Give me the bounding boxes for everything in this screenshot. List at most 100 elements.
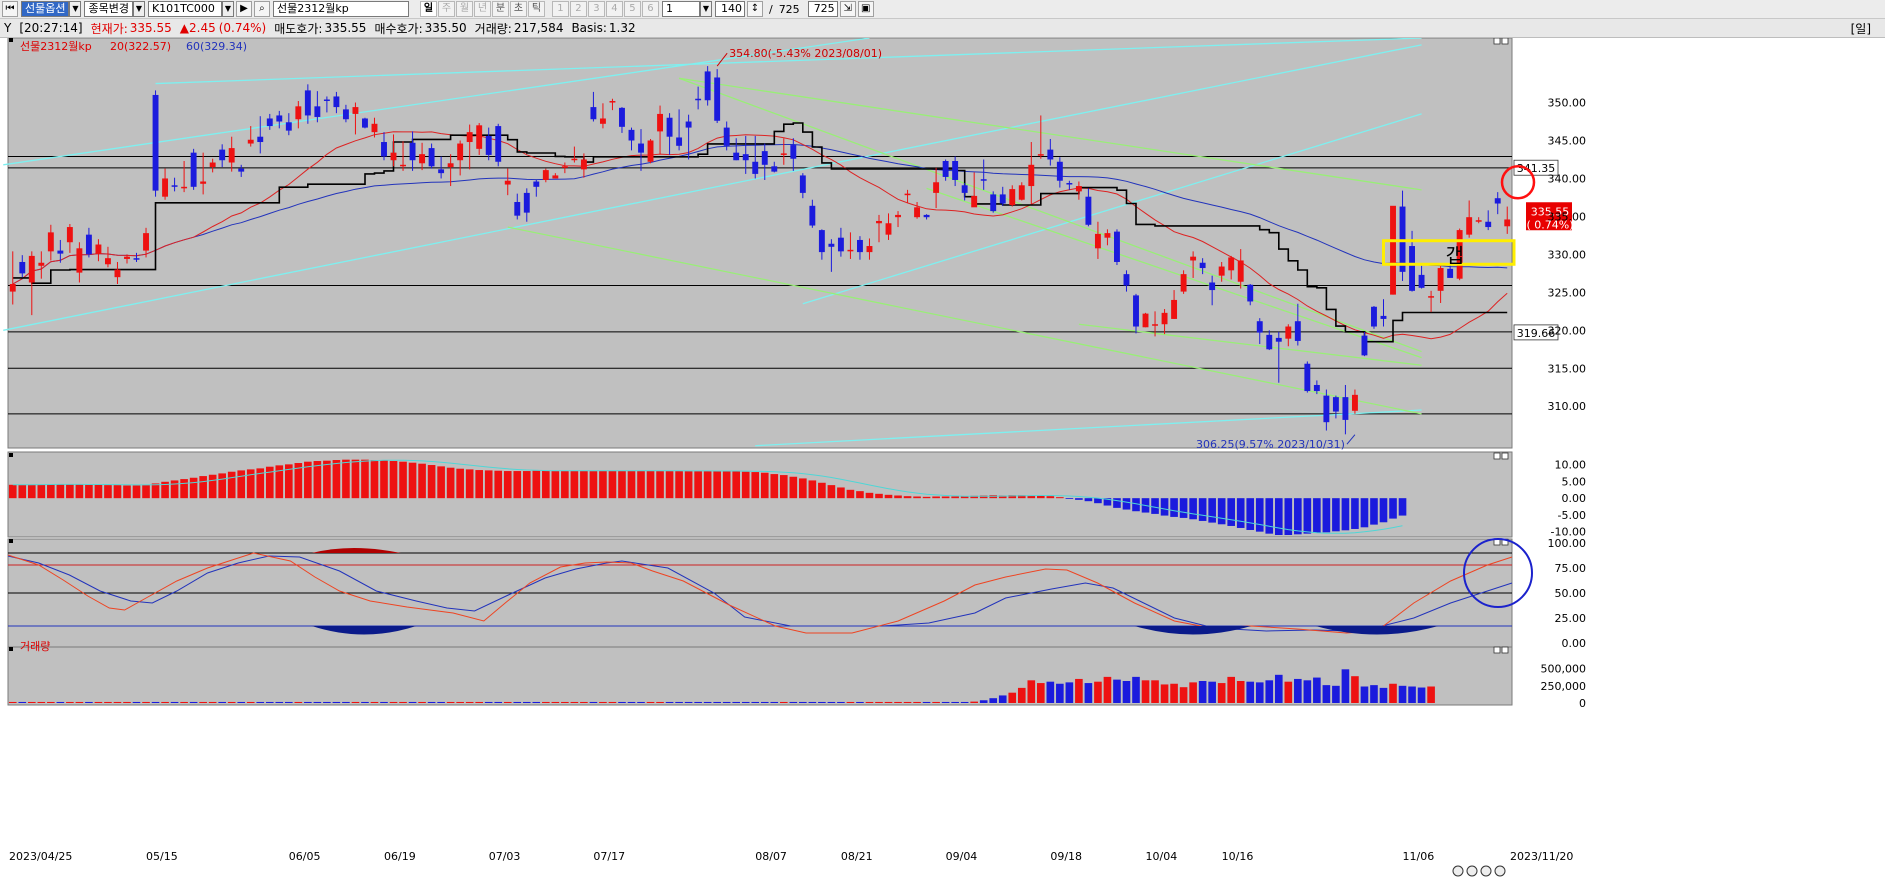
candle-body: [304, 90, 311, 116]
volume-bar: [475, 701, 483, 703]
volume-bar: [1322, 685, 1331, 703]
candle-body: [761, 151, 768, 165]
volume-bar: [989, 698, 998, 703]
search-icon[interactable]: ⌕: [253, 1, 270, 17]
volume-bar: [561, 701, 569, 703]
macd-bar: [884, 494, 893, 499]
volume-bar: [427, 701, 436, 703]
macd-bar: [894, 495, 902, 499]
market-select[interactable]: 선물옵션: [21, 1, 70, 17]
candle-body: [1056, 161, 1063, 181]
volume-bar: [104, 701, 112, 703]
spin-icon[interactable]: ↕: [746, 1, 763, 17]
period-minute-button[interactable]: 분: [491, 1, 509, 17]
count-input[interactable]: 140: [714, 1, 745, 17]
step-1-button[interactable]: 1: [551, 1, 569, 17]
name-field[interactable]: 선물2312월kp: [272, 1, 409, 17]
x-tick-label: 09/04: [946, 850, 978, 863]
volume-bar: [380, 701, 388, 703]
macd-bar: [665, 471, 674, 499]
volume-bar: [1408, 686, 1416, 703]
volume-bar: [1065, 682, 1074, 703]
volume-bar: [275, 701, 284, 703]
volume-tick-label: 500,000: [1541, 663, 1587, 676]
candle-body: [980, 179, 987, 181]
save-icon[interactable]: ▣: [857, 1, 874, 17]
volume-bar: [1122, 681, 1131, 703]
price-tick-label: 315.00: [1548, 362, 1587, 375]
candle-body: [1437, 268, 1444, 291]
step-select[interactable]: 1: [661, 1, 700, 17]
candle-body: [247, 139, 254, 144]
chevron-down-icon[interactable]: ▼: [221, 1, 234, 17]
macd-bar: [408, 462, 417, 499]
candle-body: [580, 159, 587, 170]
volume-bar: [1094, 681, 1102, 703]
current-price-label: 현재가:: [90, 21, 128, 36]
ask-label: 매도호가:: [274, 21, 323, 36]
play-icon[interactable]: ▶: [235, 1, 252, 17]
macd-bar: [875, 493, 883, 499]
candle-body: [856, 239, 863, 253]
candle-body: [733, 152, 740, 161]
step-3-button[interactable]: 3: [587, 1, 605, 17]
macd-bar: [437, 466, 445, 499]
volume-bar: [751, 701, 760, 703]
volume-bar: [323, 701, 331, 703]
candle-body: [828, 243, 835, 247]
first-page-icon[interactable]: ⏮: [2, 1, 18, 17]
total-input[interactable]: 725: [807, 1, 838, 17]
period-year-button[interactable]: 년: [473, 1, 491, 17]
chevron-down-icon[interactable]: ▼: [699, 1, 712, 17]
step-4-button[interactable]: 4: [605, 1, 623, 17]
period-tick-button[interactable]: 틱: [527, 1, 545, 17]
macd-bar: [313, 461, 322, 499]
price-change: ▲2.45: [179, 21, 216, 35]
period-month-button[interactable]: 월: [455, 1, 473, 17]
candle-body: [466, 132, 473, 143]
candle-body: [428, 148, 435, 167]
volume-bar: [142, 701, 150, 703]
candle-body: [609, 101, 616, 103]
period-second-button[interactable]: 초: [509, 1, 527, 17]
chevron-down-icon[interactable]: ▼: [69, 1, 82, 17]
step-6-button[interactable]: 6: [641, 1, 659, 17]
candle-body: [1304, 363, 1311, 392]
volume-bar: [808, 701, 817, 703]
step-2-button[interactable]: 2: [569, 1, 587, 17]
candle-body: [162, 178, 169, 197]
filter-icon[interactable]: Y: [4, 21, 11, 35]
chart-area[interactable]: 선물2312월kp 20(322.57) 60(329.34) 거래량 354.80(-…: [0, 38, 1885, 885]
macd-bar: [1351, 498, 1359, 529]
chevron-down-icon[interactable]: ▼: [132, 1, 145, 17]
candle-body: [409, 142, 416, 161]
low-annotation: 306.25(9.57% 2023/10/31): [1196, 438, 1345, 451]
x-tick-label: 07/17: [593, 850, 625, 863]
candle-body: [552, 175, 559, 179]
period-day-button[interactable]: 일: [419, 1, 437, 17]
macd-bar: [608, 470, 617, 499]
stochastic-tick-label: 100.00: [1548, 537, 1587, 550]
macd-bar: [760, 472, 769, 499]
candle-body: [1409, 246, 1416, 291]
macd-bar: [1179, 498, 1188, 518]
macd-bar: [1246, 498, 1255, 530]
step-5-button[interactable]: 5: [623, 1, 641, 17]
change-item-button[interactable]: 종목변경: [84, 1, 133, 17]
code-input[interactable]: K101TC000: [147, 1, 222, 17]
price-legend-name: 선물2312월kp: [20, 40, 92, 53]
candle-body: [1294, 321, 1301, 341]
volume-bar: [1189, 682, 1197, 703]
macd-bar: [522, 471, 531, 499]
volume-tick-label: 0: [1579, 697, 1586, 710]
volume-bar: [570, 701, 579, 703]
candle-body: [1371, 306, 1377, 327]
ask-value: 335.55: [324, 21, 367, 35]
period-week-button[interactable]: 주: [437, 1, 455, 17]
macd-bar: [722, 470, 731, 499]
candle-body: [333, 96, 340, 108]
macd-bar: [1274, 498, 1283, 535]
macd-bar: [1322, 498, 1331, 533]
volume-bar: [1313, 677, 1321, 703]
export-icon[interactable]: ⇲: [839, 1, 856, 17]
